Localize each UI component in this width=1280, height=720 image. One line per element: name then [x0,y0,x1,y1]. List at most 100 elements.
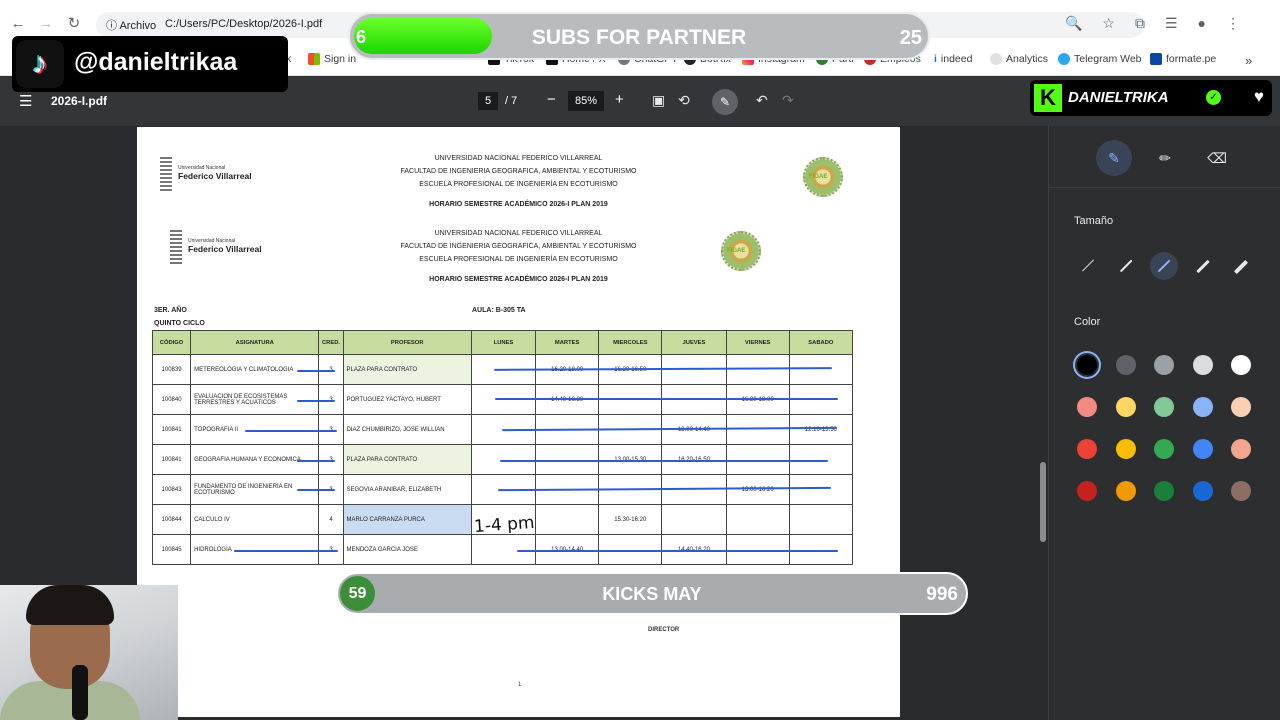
scrollbar-thumb[interactable] [1040,462,1046,542]
color-swatch[interactable] [1115,439,1136,459]
page-number-footer: 1 [518,682,522,688]
forward-icon[interactable]: → [36,14,56,34]
pen-stroke [500,460,828,462]
table-cell: SEGOVIA ARANIBAR, ELIZABETH [342,474,472,505]
table-cell: 100844 [151,504,192,535]
pen-tool-icon[interactable]: ✎ [1096,140,1132,176]
header-line: UNIVERSIDAD NACIONAL FEDERICO VILLARREAL [434,155,603,162]
bookmark-indeed[interactable]: i indeed [934,53,972,65]
color-swatch[interactable] [1231,355,1251,375]
kick-badge: K DANIELTRIKA ✓ ♥ [1030,80,1272,116]
size-option-4[interactable] [1189,252,1217,280]
pen-stroke [297,489,335,491]
verified-icon: ✓ [1206,90,1221,105]
pdf-file-name: 2026-I.pdf [51,94,108,108]
table-cell: 100845 [151,534,192,565]
color-swatch[interactable] [1115,481,1136,501]
color-swatch[interactable] [1077,439,1097,459]
table-cell: 100839 [151,354,192,385]
size-option-3[interactable] [1150,252,1178,280]
size-option-2[interactable] [1112,252,1140,280]
size-label: Tamaño [1074,215,1114,227]
microphone-icon [72,665,88,720]
color-swatch[interactable] [1115,355,1136,375]
size-option-5[interactable] [1227,252,1255,280]
size-option-1[interactable] [1074,252,1102,280]
annotation-tools: ✎ ✏ ⌫ [1049,126,1280,188]
rotate-icon[interactable]: ⟲ [678,92,690,109]
fit-page-icon[interactable]: ▣ [652,92,665,109]
page-total: / 7 [505,95,518,107]
bookmark-formate[interactable]: formate.pe [1150,53,1216,65]
telegram-icon [1058,53,1070,65]
color-swatch[interactable] [1231,397,1251,417]
indeed-icon: i [934,53,937,65]
color-swatch[interactable] [1154,397,1174,417]
back-icon[interactable]: ← [8,14,28,34]
media-icon[interactable]: ☰ [1165,15,1178,32]
table-cell: 100843 [151,474,192,505]
pen-stroke [297,400,335,402]
bookmark-telegram[interactable]: Telegram Web [1058,53,1142,65]
bookmark-signin[interactable]: Sign in [308,53,356,65]
site-info[interactable]: ⓘ Archivo [106,17,156,33]
color-swatch[interactable] [1154,481,1174,501]
reload-icon[interactable]: ↻ [64,14,84,34]
color-swatch[interactable] [1077,481,1097,501]
zoom-in-button[interactable]: + [615,91,624,108]
url-text[interactable]: C:/Users/PC/Desktop/2026-I.pdf [165,18,322,30]
color-swatch[interactable] [1077,355,1097,375]
color-swatch[interactable] [1231,481,1251,501]
color-swatch[interactable] [1192,481,1213,501]
redo-icon[interactable]: ↷ [782,92,794,109]
column-header: CRED. [318,330,344,355]
faculty-seal: FIGAE [721,231,761,271]
extensions-icon[interactable]: ⧉ [1135,15,1145,32]
zoom-input[interactable]: 85% [568,91,604,111]
color-swatch[interactable] [1154,355,1174,375]
bookmark-star-icon[interactable]: ☆ [1102,15,1115,32]
size-line [1119,259,1133,272]
menu-dots-icon[interactable]: ⋮ [1226,15,1240,32]
table-cell [661,504,727,535]
eraser-tool-icon[interactable]: ⌫ [1199,140,1235,176]
column-header: CÓDIGO [151,330,192,355]
scrollbar[interactable] [1038,126,1048,720]
page-number-input[interactable]: 5 [478,92,498,110]
menu-icon[interactable]: ☰ [19,92,32,110]
color-swatch[interactable] [1192,439,1213,459]
year-label: 3ER. AÑO [154,307,187,314]
table-cell [725,504,790,535]
color-swatch[interactable] [1231,439,1251,459]
header-line: ESCUELA PROFESIONAL DE INGENIERÍA EN ECO… [419,256,618,263]
kicks-goal-bar: 59 KICKS MAY 996 [336,572,968,615]
undo-icon[interactable]: ↶ [756,92,768,109]
color-swatch[interactable] [1077,397,1097,417]
table-cell [788,474,854,505]
zoom-out-button[interactable]: − [547,91,556,108]
webcam-hair [26,585,114,625]
bookmark-label: indeed [940,53,973,65]
column-header: SABADO [788,330,854,355]
subs-goal: 25 [899,27,922,49]
color-swatch[interactable] [1192,355,1213,375]
table-cell: 100840 [151,384,192,415]
color-swatch[interactable] [1154,439,1174,459]
annotate-pen-icon[interactable]: ✎ [712,89,738,115]
table-header-row: CÓDIGO ASIGNATURA CRED. PROFESOR LUNES M… [151,330,854,355]
zoom-icon[interactable]: 🔍 [1065,15,1082,32]
pen-stroke [517,550,838,552]
pen-stroke [297,370,335,372]
color-swatch[interactable] [1192,397,1213,417]
bookmark-label: formate.pe [1166,53,1217,65]
profile-icon[interactable]: ● [1198,15,1206,32]
cycle-label: QUINTO CICLO [154,320,205,327]
bookmark-label: Sign in [324,53,357,65]
color-swatch[interactable] [1115,397,1136,417]
highlighter-tool-icon[interactable]: ✏ [1147,140,1183,176]
pen-stroke [234,550,338,552]
more-bookmarks-icon[interactable]: » [1245,53,1252,68]
bookmark-analytics[interactable]: Analytics [990,53,1048,65]
table-cell [535,504,600,535]
color-label: Color [1074,316,1101,328]
